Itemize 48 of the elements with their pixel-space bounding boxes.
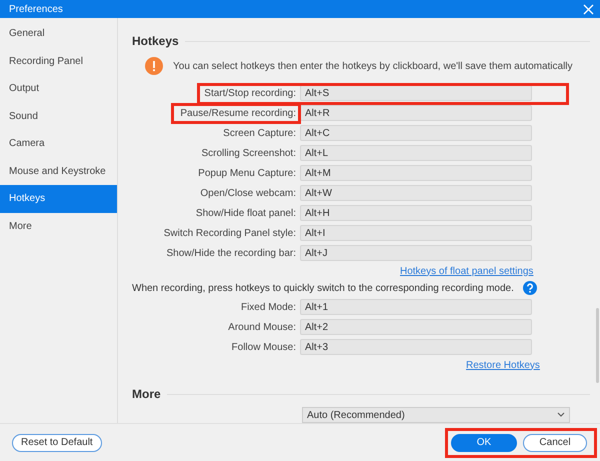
caret-icon (557, 412, 565, 418)
hotkey-field[interactable]: Alt+C (300, 125, 532, 141)
notice-text: You can select hotkeys then enter the hotkeys by clickboard, we'll save them automatically (173, 60, 573, 72)
close-icon[interactable] (583, 4, 594, 14)
sidebar-item[interactable]: General (0, 20, 117, 48)
hotkey-label: Follow Mouse: (230, 342, 297, 352)
hotkey-label: Fixed Mode: (240, 302, 297, 312)
hotkey-label: Scrolling Screenshot: (202, 148, 296, 158)
hotkey-label: Open/Close webcam: (200, 188, 296, 198)
restore-link[interactable]: Restore Hotkeys (466, 360, 540, 370)
hotkey-label: Popup Menu Capture: (198, 168, 296, 178)
hotkey-field[interactable]: Alt+2 (300, 319, 532, 335)
section-heading: Hotkeys (132, 34, 179, 48)
sidebar-item[interactable]: Recording Panel (0, 48, 117, 75)
scrollbar[interactable] (596, 308, 599, 383)
mode-dropdown[interactable]: Auto (Recommended) (302, 407, 570, 423)
hotkey-field[interactable]: Alt+W (300, 185, 532, 201)
sidebar-item[interactable]: Camera (0, 130, 117, 158)
sidebar-item[interactable]: Sound (0, 102, 117, 130)
hotkey-field[interactable]: Alt+I (300, 225, 532, 241)
mode-note: When recording, press hotkeys to quickly switch to the corresponding recording mode. (132, 282, 514, 294)
reset-button[interactable]: Reset to Default (12, 434, 102, 452)
help-icon[interactable] (523, 281, 537, 295)
hotkey-field[interactable]: Alt+S (300, 85, 532, 101)
hotkey-label: Switch Recording Panel style: (164, 228, 296, 238)
hotkey-field[interactable]: Alt+R (300, 105, 532, 121)
hotkey-label: Show/Hide the recording bar: (166, 248, 296, 258)
hotkey-label: Screen Capture: (223, 128, 296, 138)
cancel-button[interactable]: Cancel (523, 434, 587, 452)
hotkey-label: Around Mouse: (227, 322, 297, 332)
warning-icon (145, 57, 163, 75)
section-heading: More (132, 387, 161, 401)
sidebar-item[interactable]: Output (0, 75, 117, 102)
hotkey-label: Show/Hide float panel: (196, 208, 296, 218)
hotkey-field[interactable]: Alt+H (300, 205, 532, 221)
window-title: Preferences (9, 4, 63, 14)
ok-button[interactable]: OK (451, 434, 517, 452)
hotkey-field[interactable]: Alt+M (300, 165, 532, 181)
hotkey-field[interactable]: Alt+L (300, 145, 532, 161)
sidebar-item[interactable]: Mouse and Keystroke (0, 158, 117, 185)
sidebar-item[interactable]: Hotkeys (0, 185, 117, 212)
sidebar-item[interactable]: More (0, 212, 117, 240)
hotkey-field[interactable]: Alt+1 (300, 299, 532, 315)
hotkey-label: Start/Stop recording: (204, 88, 296, 98)
float-panel-link[interactable]: Hotkeys of float panel settings (400, 266, 534, 276)
hotkey-field[interactable]: Alt+J (300, 245, 532, 261)
hotkey-field[interactable]: Alt+3 (300, 339, 532, 355)
hotkey-label: Pause/Resume recording: (180, 108, 296, 118)
